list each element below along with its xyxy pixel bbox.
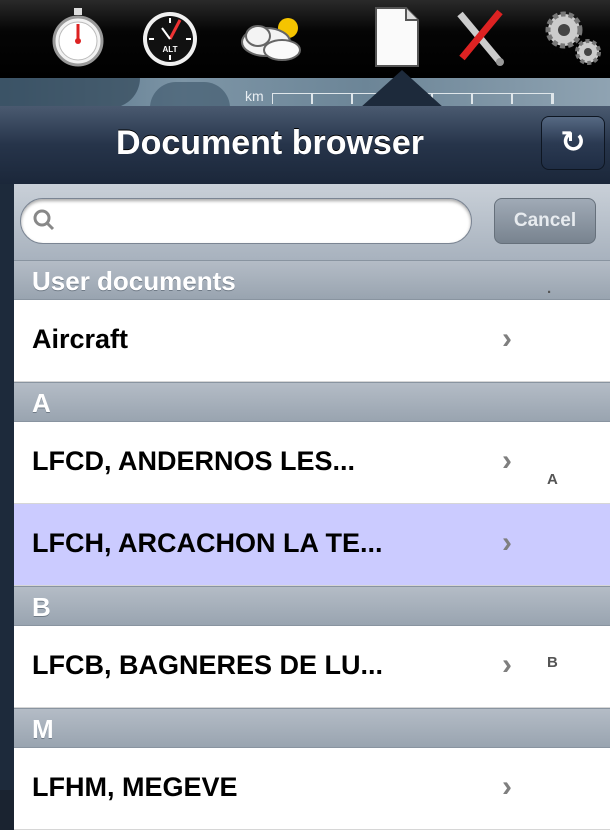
section-header: B (14, 586, 610, 626)
map-background: km (0, 78, 610, 108)
page-title: Document browser (116, 124, 424, 162)
search-field[interactable] (20, 198, 472, 244)
section-index-item[interactable]: B (547, 654, 558, 671)
list-item[interactable]: LFHM, MEGEVE › (14, 748, 610, 830)
cancel-button[interactable]: Cancel (494, 198, 596, 244)
document-browser-popover: Document browser ↻ Cancel User documents… (0, 106, 610, 830)
list-item-selected[interactable]: LFCH, ARCACHON LA TE... › (14, 504, 610, 586)
list-item-label: Aircraft (32, 324, 129, 354)
search-bar: Cancel (14, 184, 610, 260)
stopwatch-icon[interactable] (48, 6, 108, 68)
search-input[interactable] (63, 205, 457, 239)
document-icon[interactable] (366, 6, 426, 68)
search-icon (33, 209, 55, 231)
settings-gears-icon[interactable] (540, 6, 610, 68)
refresh-button[interactable]: ↻ (541, 116, 605, 170)
section-index-item[interactable]: · (547, 284, 552, 301)
altimeter-label: ALT (163, 45, 178, 54)
chevron-right-icon: › (502, 526, 512, 559)
list-item[interactable]: LFCB, BAGNERES DE LU... › (14, 626, 610, 708)
section-header: A (14, 382, 610, 422)
chevron-right-icon: › (502, 648, 512, 681)
altimeter-icon[interactable]: ALT (140, 6, 200, 68)
chevron-right-icon: › (502, 770, 512, 803)
navigation-bar: Document browser ↻ (0, 106, 610, 184)
section-header: User documents (14, 260, 610, 300)
list-item-label: LFCB, BAGNERES DE LU... (32, 650, 384, 680)
app-toolbar: ALT (0, 0, 610, 78)
weather-icon[interactable] (230, 6, 308, 68)
list-item[interactable]: Aircraft › (14, 300, 610, 382)
list-item[interactable]: LFCD, ANDERNOS LES... › (14, 422, 610, 504)
tools-icon[interactable] (450, 6, 510, 68)
list-item-label: LFHM, MEGEVE (32, 772, 238, 802)
document-list: User documents Aircraft › A LFCD, ANDERN… (14, 260, 610, 830)
popover-arrow (360, 70, 444, 108)
scale-unit-label: km (245, 88, 264, 104)
list-item-label: LFCH, ARCACHON LA TE... (32, 528, 383, 558)
section-index-item[interactable]: A (547, 471, 558, 488)
chevron-right-icon: › (502, 322, 512, 355)
list-item-label: LFCD, ANDERNOS LES... (32, 446, 356, 476)
section-header: M (14, 708, 610, 748)
chevron-right-icon: › (502, 444, 512, 477)
